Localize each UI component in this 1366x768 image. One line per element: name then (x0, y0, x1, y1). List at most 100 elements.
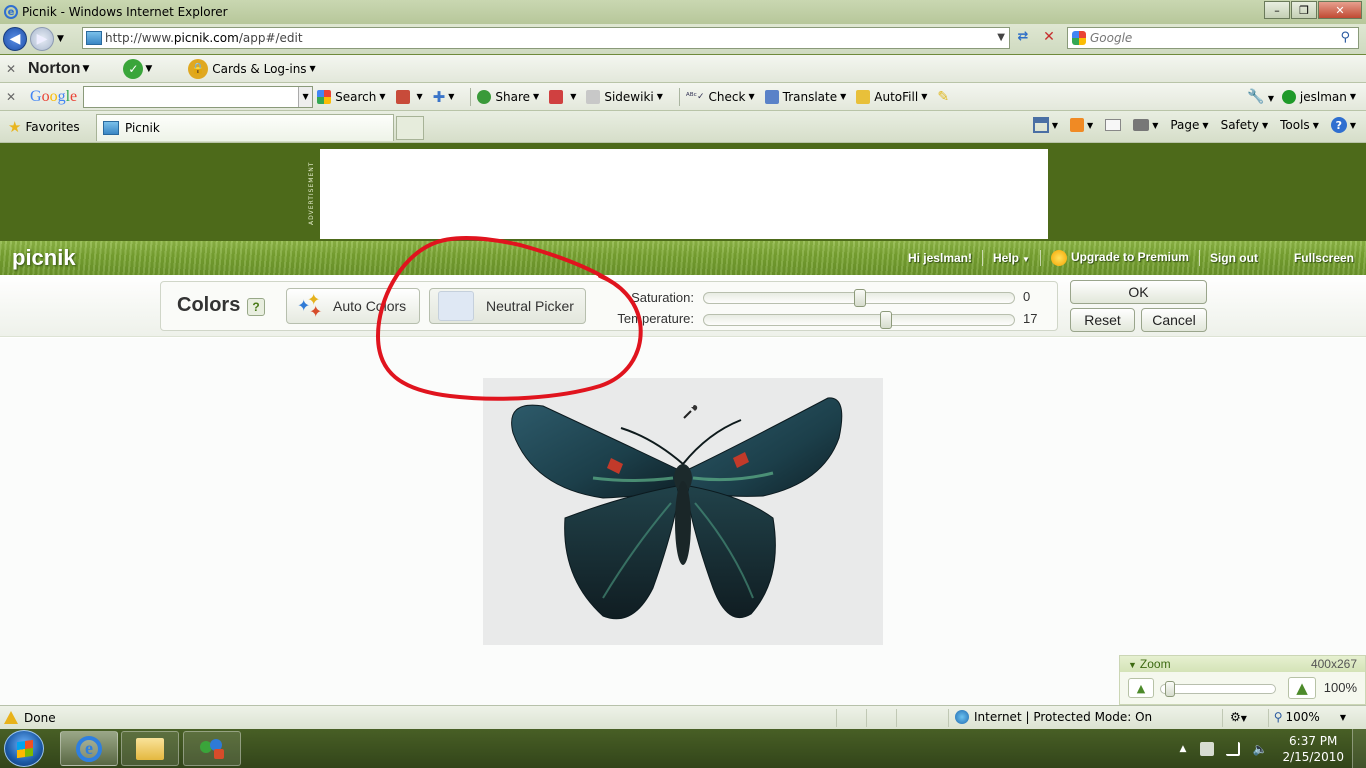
temperature-slider[interactable] (703, 311, 1015, 329)
google-search-input[interactable]: ▼ (83, 85, 314, 108)
home-button[interactable]: ▼ (1032, 117, 1058, 133)
refresh-icon[interactable]: ⇄ (1014, 29, 1032, 47)
popup-blocker-icon (549, 89, 564, 104)
favorites-star-icon: ★ (8, 117, 22, 136)
recent-pages-dropdown-icon[interactable]: ▼ (57, 34, 64, 44)
help-dropdown[interactable]: Help ▼ (993, 251, 1030, 265)
tray-device-icon[interactable] (1200, 741, 1215, 756)
show-desktop-button[interactable] (1352, 729, 1366, 768)
start-button[interactable] (4, 730, 44, 767)
photo-canvas-area[interactable] (0, 338, 1366, 705)
popup-blocker-button[interactable]: ▼ (549, 89, 576, 104)
new-tab-button[interactable] (396, 116, 424, 140)
plus-icon: ✚ (432, 87, 446, 106)
tools-menu[interactable]: Tools ▼ (1280, 118, 1319, 132)
taskbar-ie-button[interactable]: e (60, 731, 118, 766)
internet-explorer-icon: e (76, 735, 102, 762)
google-search-dropdown-icon[interactable]: ▼ (298, 86, 313, 107)
status-zoom-button[interactable]: ⚲ 100% ▼ (1274, 710, 1346, 724)
translate-button[interactable]: Translate ▼ (764, 89, 846, 104)
zoom-header[interactable]: ▼ Zoom 400x267 (1120, 656, 1365, 672)
highlighter-icon: ✎ (937, 88, 950, 105)
spell-check-button[interactable]: ᴬᴮᶜ✓ Check ▼ (686, 90, 755, 104)
ok-button[interactable]: OK (1070, 280, 1207, 304)
colors-panel: Colors ? ✦ ✦ ✦ Auto Colors Neutral Picker … (160, 281, 1058, 331)
volume-icon[interactable]: 🔈 (1252, 742, 1267, 756)
close-toolbar-icon[interactable]: ✕ (0, 62, 22, 76)
reset-button[interactable]: Reset (1070, 308, 1135, 332)
minimize-button[interactable]: – (1264, 1, 1290, 19)
eyedropper-cursor-icon (683, 405, 698, 419)
tab-page-icon (103, 121, 119, 135)
close-google-toolbar-icon[interactable]: ✕ (0, 90, 22, 104)
upgrade-premium-link[interactable]: Upgrade to Premium (1050, 250, 1189, 266)
temperature-slider-thumb[interactable] (879, 311, 892, 329)
taskbar-messenger-button[interactable] (183, 731, 241, 766)
auto-colors-button[interactable]: ✦ ✦ ✦ Auto Colors (286, 288, 420, 324)
mail-button[interactable] (1105, 119, 1122, 131)
zoom-out-mountain-icon[interactable]: ▲ (1128, 678, 1154, 698)
safe-web-check-icon[interactable]: ✓ (123, 58, 144, 79)
help-menu[interactable]: ? ▼ (1330, 117, 1356, 133)
browser-search-input[interactable]: Google ⚲ (1067, 27, 1359, 49)
zoom-slider-thumb[interactable] (1165, 681, 1175, 697)
share-button[interactable]: Share ▼ (477, 89, 539, 104)
google-search-button[interactable]: Search ▼ (317, 89, 386, 104)
lock-icon: 🔒 (188, 58, 209, 79)
address-input[interactable]: http://www.picnik.com/app#/edit ▼ (82, 27, 1010, 49)
fullscreen-link[interactable]: Fullscreen (1294, 251, 1354, 265)
sparkle-icon: ✦ ✦ ✦ (297, 292, 323, 321)
favorites-bar: ★ Favorites Picnik ▼ ▼ ▼ Page ▼ Safety ▼ T… (0, 111, 1366, 143)
cards-logins-button[interactable]: Cards & Log-ins ▼ (212, 62, 315, 76)
safety-menu[interactable]: Safety ▼ (1221, 118, 1269, 132)
address-dropdown-icon[interactable]: ▼ (997, 32, 1005, 43)
clock[interactable]: 6:37 PM 2/15/2010 (1282, 733, 1344, 765)
taskbar-explorer-button[interactable] (121, 731, 179, 766)
network-icon[interactable] (1226, 741, 1241, 756)
close-button[interactable]: ✕ (1318, 1, 1362, 19)
forward-button[interactable]: ▶ (30, 27, 54, 51)
tab-picnik[interactable]: Picnik (96, 114, 394, 141)
safe-web-dropdown-icon[interactable]: ▼ (145, 64, 152, 74)
show-hidden-icons[interactable]: ▲ (1180, 744, 1187, 754)
ad-strip: ADVERTISEMENT (0, 143, 1366, 241)
protected-mode-icon[interactable]: ⚙▼ (1230, 710, 1247, 724)
favorites-button[interactable]: Favorites (25, 120, 79, 134)
highlight-button[interactable]: ✎ (937, 89, 949, 105)
search-icon[interactable]: ⚲ (1340, 30, 1350, 45)
google-logo[interactable]: Google (30, 88, 77, 106)
warning-icon[interactable] (4, 711, 18, 724)
url-text: http://www.picnik.com/app#/edit (105, 31, 303, 45)
autofill-button[interactable]: AutoFill ▼ (856, 89, 927, 104)
picnik-logo[interactable]: picnik (12, 245, 76, 271)
maximize-button[interactable]: ❐ (1291, 1, 1317, 19)
saturation-slider[interactable] (703, 289, 1015, 307)
back-button[interactable]: ◀ (3, 27, 27, 51)
stop-icon[interactable]: ✕ (1040, 29, 1058, 47)
neutral-picker-button[interactable]: Neutral Picker (429, 288, 586, 324)
page-menu[interactable]: Page ▼ (1170, 118, 1208, 132)
settings-wrench-icon[interactable]: 🔧 ▼ (1247, 89, 1274, 105)
norton-logo[interactable]: Norton (28, 60, 80, 78)
cancel-button[interactable]: Cancel (1141, 308, 1207, 332)
toolbar-separator (678, 87, 680, 106)
colors-help-button[interactable]: ? (247, 298, 265, 316)
security-zone[interactable]: Internet | Protected Mode: On (955, 710, 1152, 724)
address-toolbar: ◀ ▶ ▼ http://www.picnik.com/app#/edit ▼ … (0, 24, 1366, 54)
tab-title: Picnik (125, 121, 160, 135)
zoom-slider[interactable] (1160, 681, 1276, 697)
zoom-in-mountain-icon[interactable]: ▲ (1288, 677, 1316, 699)
feeds-button[interactable]: ▼ (1070, 118, 1093, 132)
norton-dropdown-icon[interactable]: ▼ (82, 64, 89, 74)
print-button[interactable]: ▼ (1133, 119, 1158, 131)
google-account-button[interactable]: jeslman ▼ (1281, 89, 1356, 104)
sidewiki-button[interactable]: Sidewiki ▼ (586, 89, 663, 104)
add-button[interactable]: ✚ ▼ (433, 88, 455, 106)
sign-out-link[interactable]: Sign out (1210, 251, 1258, 265)
zoom-panel: ▼ Zoom 400x267 ▲ ▲ 100% (1119, 655, 1366, 705)
saturation-slider-thumb[interactable] (854, 289, 866, 307)
greeting-link[interactable]: Hi jeslman! (908, 251, 972, 265)
bookmark-button[interactable]: ▼ (395, 89, 423, 104)
advertisement-box[interactable] (320, 149, 1048, 239)
status-separator (1268, 709, 1269, 727)
